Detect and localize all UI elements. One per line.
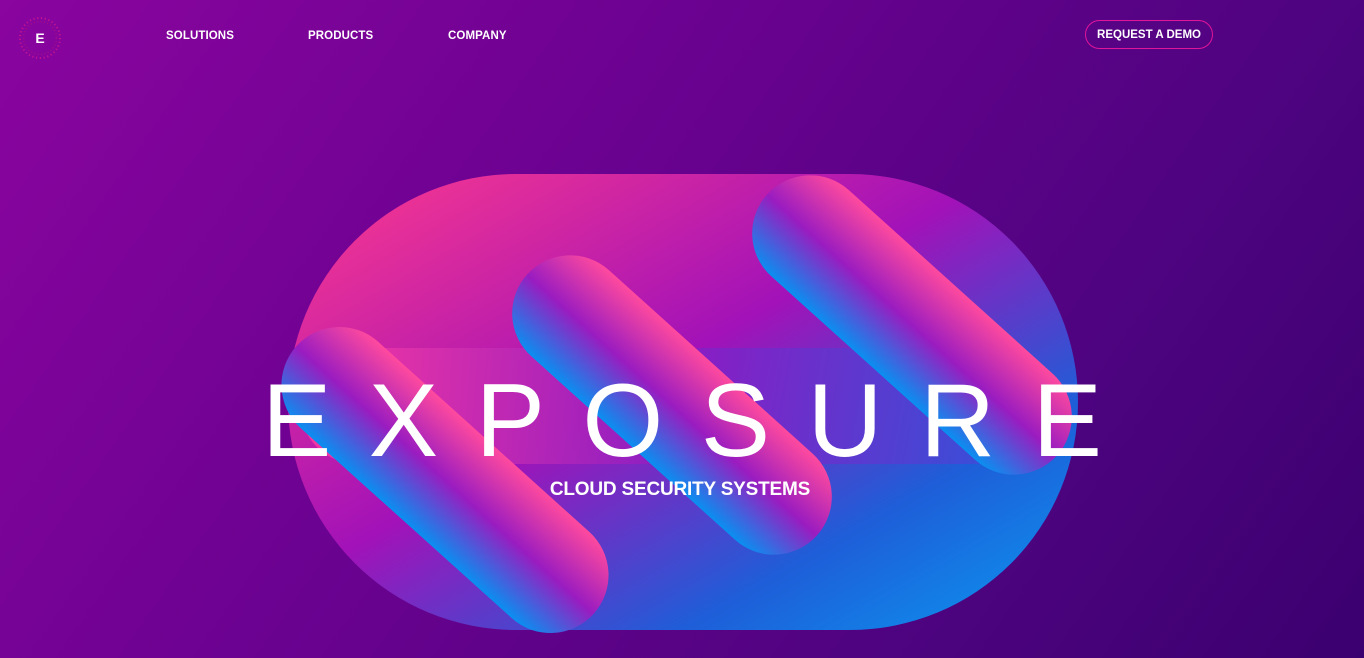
nav-item-products[interactable]: PRODUCTS bbox=[308, 27, 448, 45]
main-nav: SOLUTIONS PRODUCTS COMPANY bbox=[166, 27, 528, 45]
hero-title-letter: U bbox=[807, 363, 883, 479]
hero-title-letter: S bbox=[700, 363, 771, 479]
hero-title-letter: P bbox=[475, 363, 545, 479]
logo[interactable]: E bbox=[18, 16, 62, 60]
request-demo-button[interactable]: REQUEST A DEMO bbox=[1085, 20, 1213, 49]
hero-title-letter: R bbox=[920, 363, 996, 479]
nav-item-solutions[interactable]: SOLUTIONS bbox=[166, 27, 308, 45]
hero-subtitle: CLOUD SECURITY SYSTEMS bbox=[549, 479, 811, 500]
gradient-capsule-illustration bbox=[281, 174, 1078, 634]
hero-title-letter: X bbox=[368, 363, 439, 479]
logo-letter: E bbox=[35, 30, 45, 46]
hero-title: EXPOSURE bbox=[262, 366, 1102, 476]
nav-item-company[interactable]: COMPANY bbox=[448, 27, 528, 45]
hero-title-letter: O bbox=[582, 363, 664, 479]
hero-graphic bbox=[0, 0, 1364, 658]
hero-title-letter: E bbox=[262, 363, 332, 479]
hero-title-letter: E bbox=[1032, 363, 1102, 479]
